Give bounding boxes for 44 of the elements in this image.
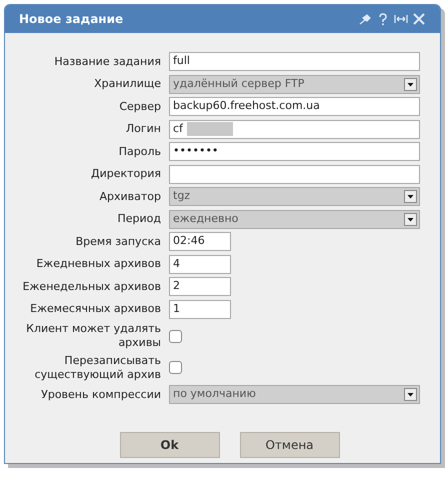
text-field[interactable]: ••••••• bbox=[169, 142, 420, 161]
field-label: Уровень компрессии bbox=[40, 388, 161, 402]
field-value: full bbox=[173, 53, 190, 70]
field-label: Логин bbox=[124, 122, 161, 136]
close-icon[interactable] bbox=[412, 12, 426, 26]
checkbox[interactable] bbox=[169, 330, 182, 342]
field-label: Период bbox=[116, 212, 161, 226]
dropdown[interactable]: удалённый сервер FTP bbox=[169, 74, 420, 94]
window-title: Новое задание bbox=[19, 11, 124, 28]
text-field[interactable]: 02:46 bbox=[169, 232, 231, 251]
cancel-button[interactable]: Отмена bbox=[240, 432, 340, 458]
field-value: 4 bbox=[173, 256, 180, 272]
text-field[interactable]: 2 bbox=[169, 277, 231, 296]
dropdown[interactable]: tgz bbox=[169, 187, 420, 206]
field-value: cf bbox=[173, 120, 183, 137]
field-label: Директория bbox=[90, 167, 161, 181]
ok-button[interactable]: Ok bbox=[120, 432, 220, 458]
field-label: Архиватор bbox=[98, 190, 161, 204]
field-label: Ежедневных архивов bbox=[35, 257, 161, 271]
dropdown[interactable]: по умолчанию bbox=[169, 385, 420, 404]
text-field[interactable]: 4 bbox=[169, 254, 231, 274]
text-field[interactable]: 1 bbox=[169, 300, 231, 318]
field-label: Ежемесячных архивов bbox=[29, 302, 161, 316]
field-label: Время запуска bbox=[74, 234, 161, 248]
field-label: Пароль bbox=[118, 144, 161, 158]
field-label: Название задания bbox=[53, 54, 161, 68]
field-value: 02:46 bbox=[173, 233, 205, 250]
field-label: Еженедельных архивов bbox=[22, 280, 161, 294]
field-label: Хранилище bbox=[93, 77, 161, 91]
dropdown[interactable]: ежедневно bbox=[169, 210, 420, 228]
field-value: backup60.freehost.com.ua bbox=[173, 98, 320, 114]
text-field[interactable]: backup60.freehost.com.ua bbox=[169, 97, 420, 116]
field-label: Сервер bbox=[118, 100, 161, 114]
checkbox[interactable] bbox=[169, 361, 182, 374]
field-label: Клиент может удалять архивы bbox=[25, 322, 161, 350]
field-label: Перезаписывать существующий архив bbox=[34, 354, 161, 382]
text-field[interactable] bbox=[169, 164, 420, 184]
field-value: 2 bbox=[173, 278, 180, 294]
text-field[interactable]: cf bbox=[169, 120, 420, 138]
resize-icon[interactable] bbox=[394, 12, 408, 26]
text-field[interactable]: full bbox=[169, 52, 420, 71]
field-value: ••••••• bbox=[173, 143, 218, 160]
pin-icon[interactable] bbox=[358, 12, 372, 26]
field-value: 1 bbox=[173, 300, 180, 317]
